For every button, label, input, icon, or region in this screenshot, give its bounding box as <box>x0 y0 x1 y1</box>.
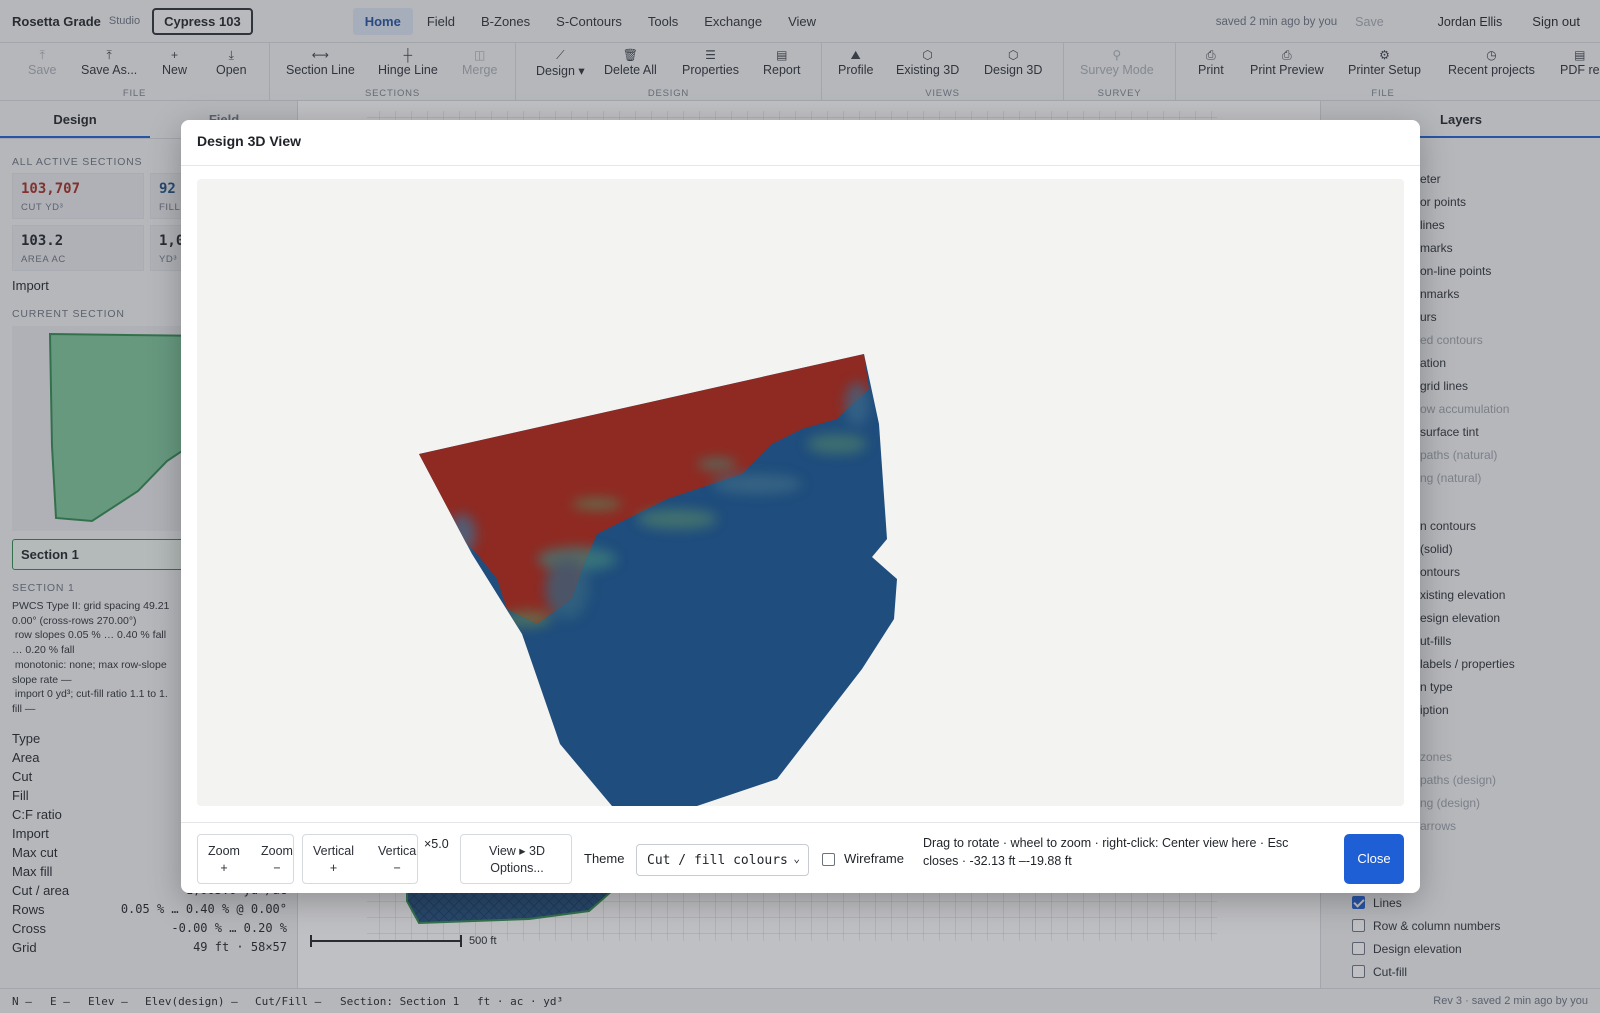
theme-select[interactable]: Cut / fill colours ⌄ <box>636 844 809 876</box>
view-3d-options-button[interactable]: View ▸ 3D Options... <box>461 843 571 877</box>
chevron-down-icon: ⌄ <box>793 852 800 865</box>
theme-label: Theme <box>584 851 625 866</box>
vertical-factor: ×5.0 <box>424 837 449 851</box>
theme-select-value: Cut / fill colours <box>647 853 788 868</box>
dialog-header-divider <box>181 165 1420 166</box>
dialog-title: Design 3D View <box>197 133 302 149</box>
close-button[interactable]: Close <box>1344 834 1404 884</box>
vertical-exaggeration-down-button[interactable]: Vertica − <box>378 843 416 877</box>
view-hint-text: Drag to rotate · wheel to zoom · right-c… <box>923 836 1289 868</box>
dialog-footer-divider <box>181 822 1420 823</box>
wireframe-label: Wireframe <box>844 851 904 866</box>
wireframe-checkbox[interactable] <box>822 853 835 866</box>
3d-surface <box>419 354 897 806</box>
zoom-in-button[interactable]: Zoom + <box>208 843 240 877</box>
zoom-out-button[interactable]: Zoom − <box>261 843 293 877</box>
3d-viewport[interactable] <box>197 179 1404 806</box>
design-3d-dialog: Design 3D View Zoom + Zoom − Vertical + … <box>181 120 1420 893</box>
vertical-exaggeration-up-button[interactable]: Vertical + <box>313 843 354 877</box>
view-options-button-group: View ▸ 3D Options... <box>460 834 572 884</box>
zoom-button-group: Zoom + Zoom − <box>197 834 294 884</box>
vertical-button-group: Vertical + Vertica − <box>302 834 418 884</box>
